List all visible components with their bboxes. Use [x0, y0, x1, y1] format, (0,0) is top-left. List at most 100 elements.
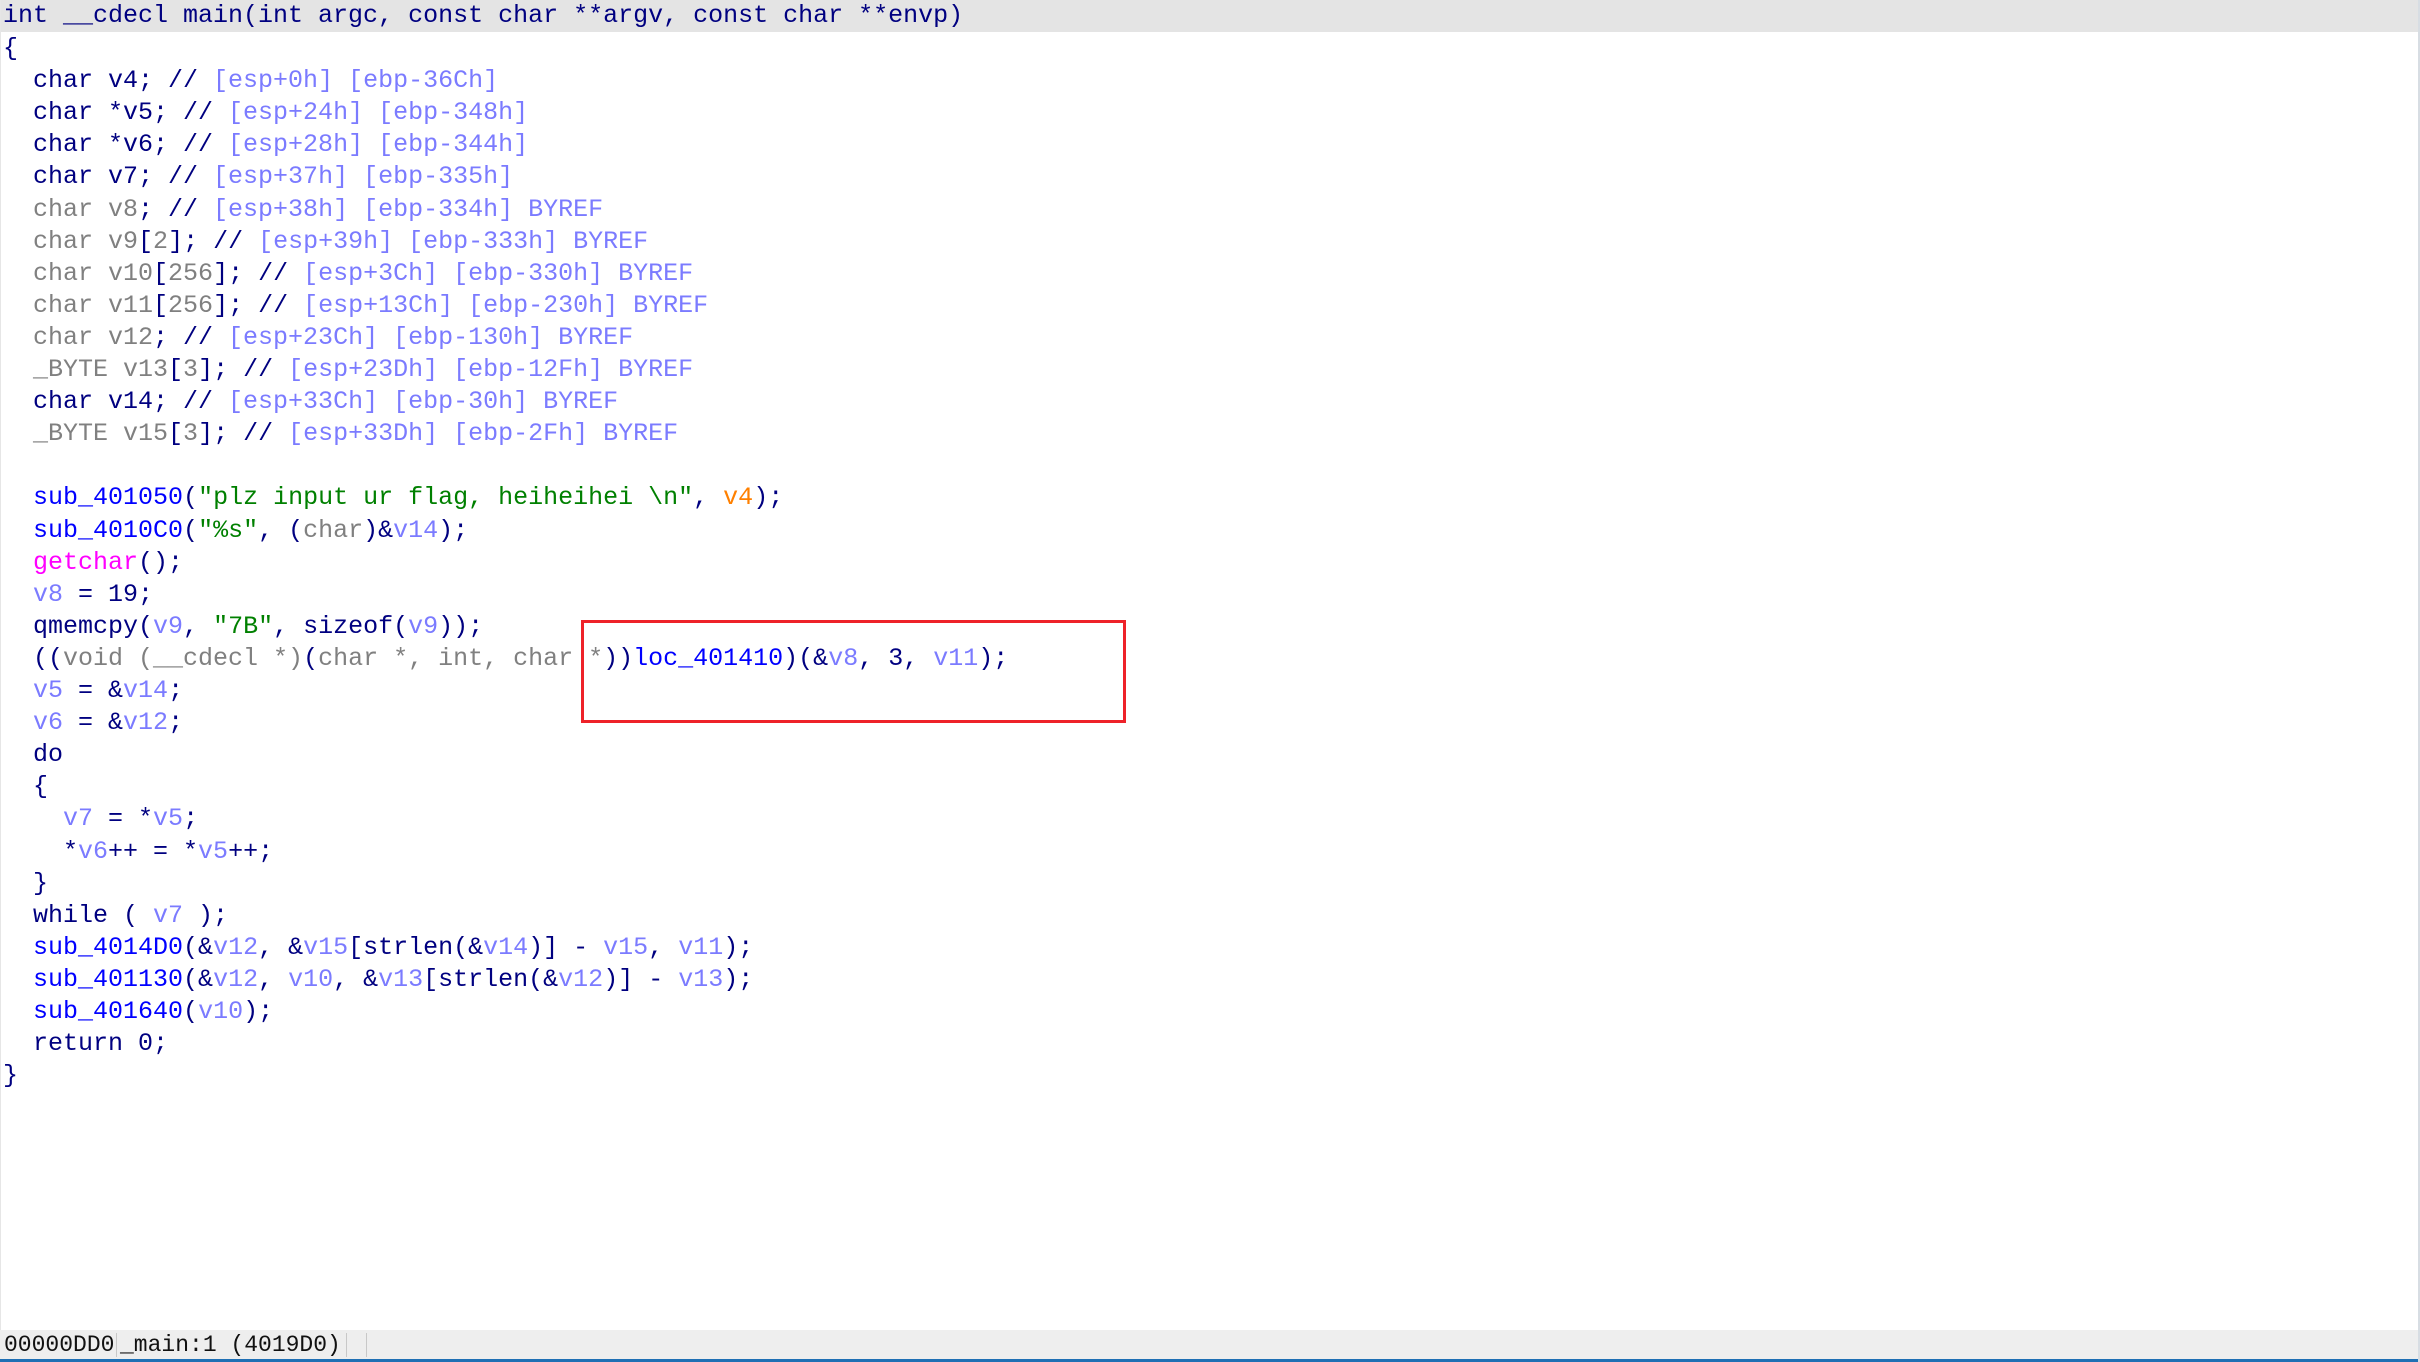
function-signature-line[interactable]: int __cdecl main(int argc, const char **…	[1, 0, 2419, 32]
code-token: = &	[63, 708, 124, 738]
code-token: )] -	[528, 932, 604, 962]
variable[interactable]: v11	[678, 933, 723, 962]
code-line[interactable]: char v11[256]; // [esp+13Ch] [ebp-230h] …	[3, 290, 708, 322]
code-line[interactable]: {	[3, 771, 48, 803]
code-line[interactable]: char *v5; // [esp+24h] [ebp-348h]	[3, 97, 528, 129]
code-token: , 3,	[858, 643, 934, 673]
code-token: }	[3, 1061, 19, 1091]
variable[interactable]: v13	[678, 965, 723, 994]
code-token: [strlen(&	[348, 932, 484, 962]
code-line[interactable]: }	[3, 1060, 18, 1092]
library-call[interactable]: getchar	[33, 548, 138, 577]
variable[interactable]: v12	[213, 933, 258, 962]
code-line[interactable]: }	[3, 868, 48, 900]
code-line[interactable]: sub_401640(v10);	[3, 996, 273, 1028]
variable[interactable]: v6	[78, 837, 108, 866]
function-name[interactable]: sub_401050	[33, 483, 183, 512]
variable[interactable]: v10	[288, 965, 333, 994]
function-name[interactable]: sub_4014D0	[33, 933, 183, 962]
code-line[interactable]: do	[3, 739, 63, 771]
code-token: (	[183, 515, 199, 545]
code-token: ;	[168, 708, 184, 738]
code-token: do	[3, 740, 64, 770]
code-line[interactable]: char *v6; // [esp+28h] [ebp-344h]	[3, 129, 528, 161]
code-line[interactable]: v8 = 19;	[3, 579, 153, 611]
variable[interactable]: v5	[153, 804, 183, 833]
code-token: [strlen(&	[423, 964, 559, 994]
function-name[interactable]: sub_401130	[33, 965, 183, 994]
variable[interactable]: v7	[63, 804, 93, 833]
code-line[interactable]: v6 = &v12;	[3, 707, 183, 739]
code-token: );	[243, 997, 274, 1026]
code-token: ; //	[138, 194, 214, 224]
code-line[interactable]: getchar();	[3, 547, 183, 579]
code-token: )] -	[603, 964, 679, 994]
variable[interactable]: v15	[603, 933, 648, 962]
code-line[interactable]: sub_4014D0(&v12, &v15[strlen(&v14)] - v1…	[3, 932, 753, 964]
variable[interactable]: v8	[828, 644, 858, 673]
code-line[interactable]: char v8; // [esp+38h] [ebp-334h] BYREF	[3, 194, 603, 226]
variable[interactable]: v9	[153, 612, 183, 641]
function-name[interactable]: sub_4010C0	[33, 516, 183, 545]
variable[interactable]: v5	[33, 676, 63, 705]
variable[interactable]: v9	[408, 612, 438, 641]
code-token: , &	[333, 964, 379, 994]
function-name[interactable]: loc_401410	[633, 644, 783, 673]
type-token: char v12	[3, 322, 154, 352]
function-name[interactable]: sub_401640	[33, 997, 183, 1026]
code-token: char v4; //	[3, 66, 214, 96]
status-offset: 00000DD0	[4, 1332, 115, 1358]
code-token: ]; //	[198, 419, 289, 449]
variable[interactable]: v8	[33, 580, 63, 609]
variable[interactable]: v12	[558, 965, 603, 994]
code-line[interactable]: char v14; // [esp+33Ch] [ebp-30h] BYREF	[3, 386, 618, 418]
code-token: ,	[693, 483, 724, 513]
pseudocode-view[interactable]: int __cdecl main(int argc, const char **…	[0, 0, 2419, 1330]
code-token: ]; //	[213, 258, 304, 288]
variable[interactable]: v11	[933, 644, 978, 673]
code-line[interactable]: char v9[2]; // [esp+39h] [ebp-333h] BYRE…	[3, 226, 648, 258]
code-line[interactable]: _BYTE v15[3]; // [esp+33Dh] [ebp-2Fh] BY…	[3, 418, 678, 450]
code-token: (&	[183, 932, 214, 962]
code-line[interactable]: v7 = *v5;	[3, 803, 198, 835]
argument-variable[interactable]: v4	[723, 483, 753, 512]
variable[interactable]: v13	[378, 965, 423, 994]
code-line[interactable]: char v10[256]; // [esp+3Ch] [ebp-330h] B…	[3, 258, 693, 290]
variable[interactable]: v10	[198, 997, 243, 1026]
code-line[interactable]: while ( v7 );	[3, 900, 228, 932]
code-line[interactable]: {	[3, 33, 18, 65]
variable[interactable]: v14	[483, 933, 528, 962]
code-line[interactable]: return 0;	[3, 1028, 168, 1060]
variable[interactable]: v5	[198, 837, 228, 866]
variable[interactable]: v6	[33, 708, 63, 737]
code-line[interactable]: ((void (__cdecl *)(char *, int, char *))…	[3, 643, 1008, 675]
code-line[interactable]: _BYTE v13[3]; // [esp+23Dh] [ebp-12Fh] B…	[3, 354, 693, 386]
variable[interactable]: v12	[213, 965, 258, 994]
code-line[interactable]: char v7; // [esp+37h] [ebp-335h]	[3, 161, 513, 193]
code-token: return 0;	[3, 1029, 169, 1059]
stack-comment: [esp+39h] [ebp-333h] BYREF	[258, 226, 649, 256]
code-token: [	[153, 258, 169, 288]
code-line[interactable]: char v4; // [esp+0h] [ebp-36Ch]	[3, 65, 498, 97]
code-line[interactable]: qmemcpy(v9, "7B", sizeof(v9));	[3, 611, 483, 643]
code-token: ]; //	[198, 355, 289, 384]
code-token: ,	[648, 932, 679, 962]
code-token: ++;	[228, 836, 274, 866]
variable[interactable]: v14	[123, 676, 168, 705]
variable[interactable]: v12	[123, 708, 168, 737]
code-line[interactable]: sub_4010C0("%s", (char)&v14);	[3, 515, 468, 547]
variable[interactable]: v14	[393, 516, 438, 545]
variable[interactable]: v15	[303, 933, 348, 962]
code-token: ));	[438, 611, 484, 641]
variable[interactable]: v7	[153, 901, 183, 930]
code-line[interactable]: char v12; // [esp+23Ch] [ebp-130h] BYREF	[3, 322, 633, 354]
code-line[interactable]: *v6++ = *v5++;	[3, 836, 273, 868]
code-line[interactable]: v5 = &v14;	[3, 675, 183, 707]
code-line[interactable]: sub_401130(&v12, v10, &v13[strlen(&v12)]…	[3, 964, 753, 996]
code-line[interactable]: sub_401050("plz input ur flag, heiheihei…	[3, 482, 783, 514]
